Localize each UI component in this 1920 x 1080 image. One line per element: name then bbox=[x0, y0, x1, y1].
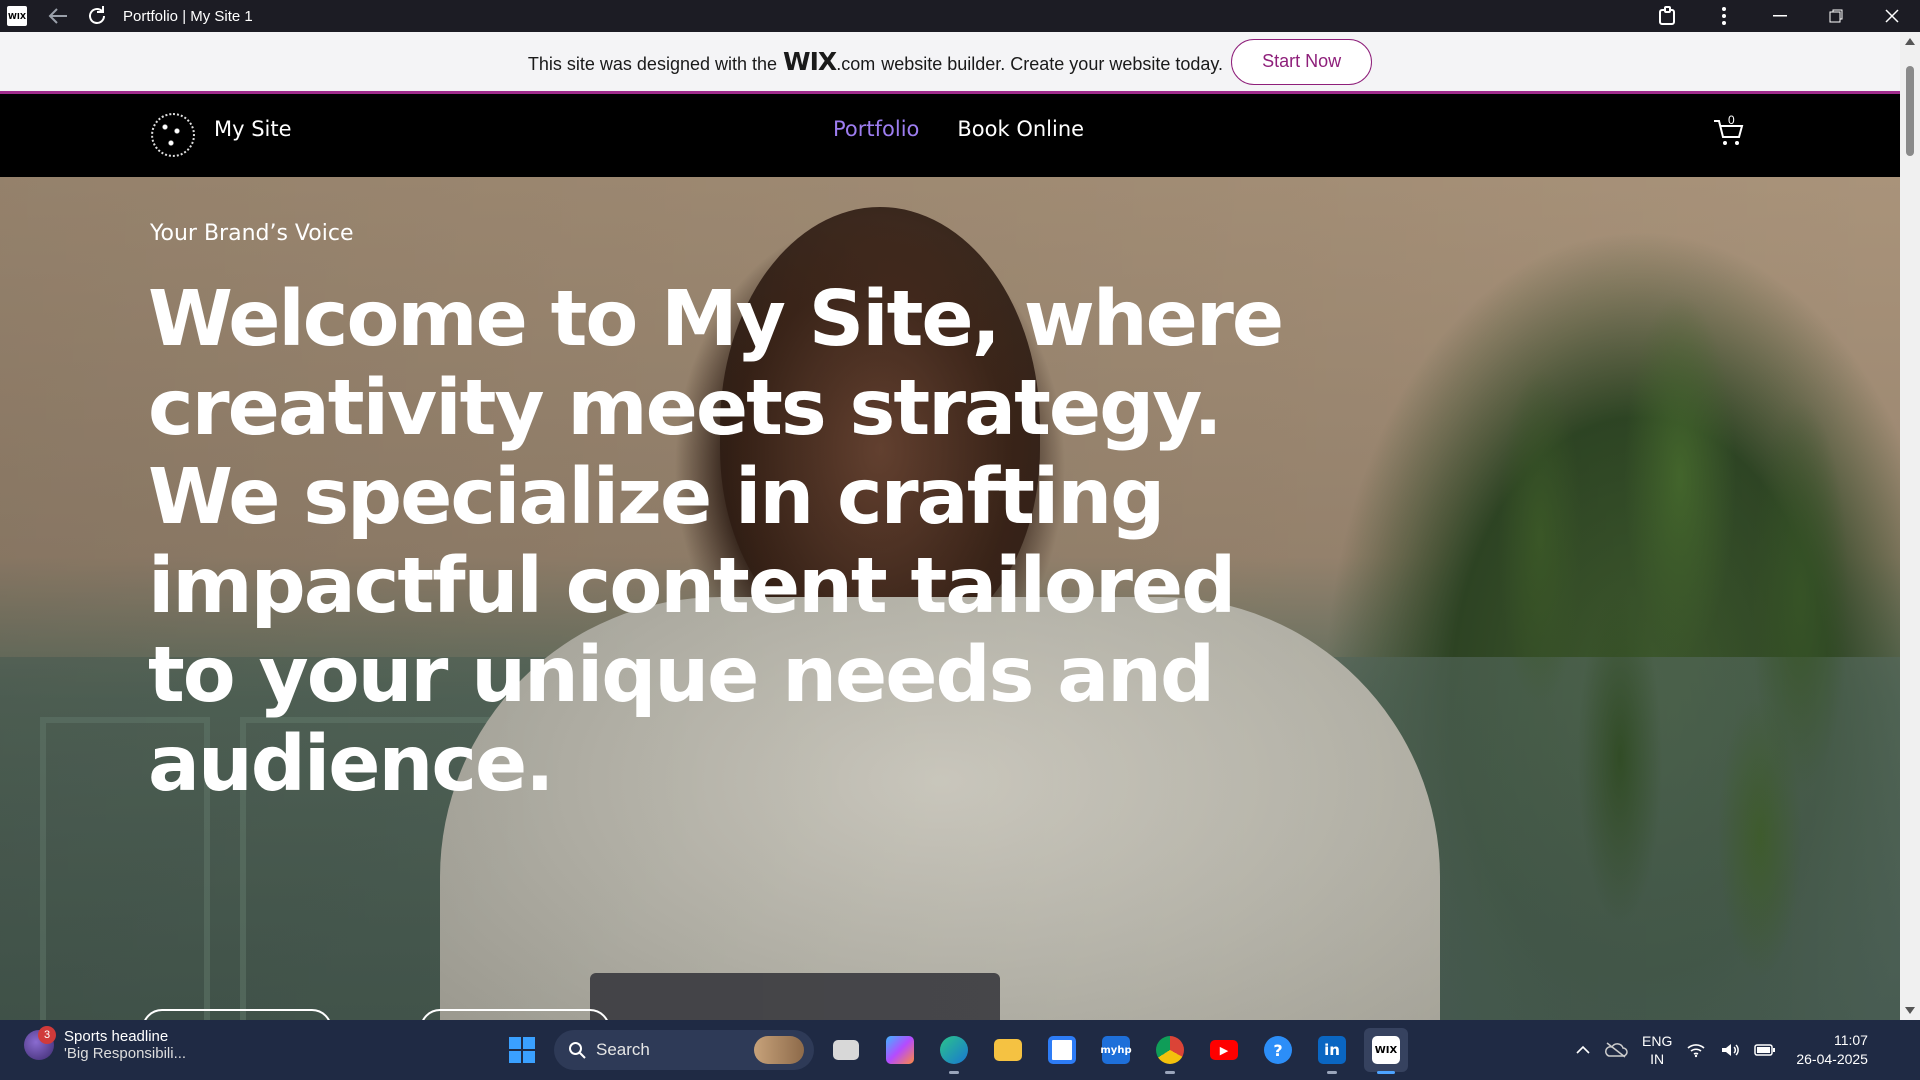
banner-text-after: website builder. Create your website tod… bbox=[881, 54, 1224, 74]
cart-button[interactable]: 0 bbox=[1712, 113, 1746, 149]
more-options-icon[interactable] bbox=[1696, 0, 1752, 32]
myhp-icon[interactable]: myhp bbox=[1094, 1028, 1138, 1072]
wifi-icon[interactable] bbox=[1686, 1042, 1706, 1058]
hero-headline: Welcome to My Site, where creativity mee… bbox=[148, 275, 1284, 809]
youtube-icon[interactable]: ▶ bbox=[1202, 1028, 1246, 1072]
search-highlight-image bbox=[754, 1036, 804, 1064]
reload-icon[interactable] bbox=[85, 4, 109, 28]
window-title: Portfolio | My Site 1 bbox=[123, 7, 253, 25]
onedrive-offline-icon[interactable] bbox=[1604, 1041, 1628, 1059]
cart-count: 0 bbox=[1728, 113, 1735, 127]
back-arrow-icon[interactable] bbox=[47, 7, 69, 25]
window-title-bar: WIX Portfolio | My Site 1 bbox=[0, 0, 1920, 32]
system-tray: ENG IN 11:07 26-04-2025 bbox=[1576, 1020, 1868, 1080]
minimize-icon[interactable] bbox=[1752, 0, 1808, 32]
wix-wordmark[interactable]: WIX bbox=[783, 47, 837, 76]
hero-eyebrow: Your Brand’s Voice bbox=[150, 221, 354, 246]
clock-time: 11:07 bbox=[1833, 1032, 1868, 1048]
banner-text-before: This site was designed with the bbox=[527, 54, 778, 74]
start-menu-button[interactable] bbox=[500, 1028, 544, 1072]
scroll-thumb[interactable] bbox=[1906, 66, 1914, 156]
restore-icon[interactable] bbox=[1808, 0, 1864, 32]
wix-app-icon[interactable]: WIX bbox=[1364, 1028, 1408, 1074]
volume-icon[interactable] bbox=[1720, 1042, 1740, 1058]
page-scrollbar[interactable] bbox=[1900, 32, 1920, 1020]
news-title: Sports headline bbox=[64, 1028, 169, 1045]
hero-section: Your Brand’s Voice Welcome to My Site, w… bbox=[0, 177, 1900, 1020]
start-now-button[interactable]: Start Now bbox=[1231, 38, 1373, 85]
task-view-icon[interactable] bbox=[824, 1028, 868, 1072]
hero-secondary-button[interactable] bbox=[420, 1009, 610, 1020]
linkedin-icon[interactable]: in bbox=[1310, 1028, 1354, 1074]
search-placeholder: Search bbox=[596, 1040, 650, 1059]
hero-primary-button[interactable] bbox=[142, 1009, 332, 1020]
clock[interactable]: 11:07 26-04-2025 bbox=[1796, 1031, 1868, 1069]
chevron-up-icon[interactable] bbox=[1576, 1045, 1590, 1055]
scroll-up-icon[interactable] bbox=[1905, 38, 1915, 45]
file-explorer-icon[interactable] bbox=[986, 1028, 1030, 1072]
scroll-down-icon[interactable] bbox=[1905, 1007, 1915, 1014]
site-header: My Site Portfolio Book Online 0 bbox=[0, 97, 1900, 177]
nav-item-portfolio[interactable]: Portfolio bbox=[833, 117, 919, 141]
chrome-icon[interactable] bbox=[1148, 1028, 1192, 1074]
battery-icon[interactable] bbox=[1754, 1043, 1776, 1057]
microsoft-store-icon[interactable] bbox=[1040, 1028, 1084, 1072]
wix-logo-icon: WIX bbox=[7, 6, 27, 26]
windows-taskbar: 3 Sports headline 'Big Responsibili... S… bbox=[0, 1020, 1920, 1080]
search-icon bbox=[569, 1042, 586, 1059]
news-subtitle: 'Big Responsibili... bbox=[64, 1045, 187, 1062]
clock-date: 26-04-2025 bbox=[1796, 1051, 1868, 1067]
edge-icon[interactable] bbox=[932, 1028, 976, 1074]
taskbar-search[interactable]: Search bbox=[554, 1030, 814, 1070]
close-icon[interactable] bbox=[1864, 0, 1920, 32]
windows-logo-icon bbox=[509, 1037, 535, 1063]
copilot-icon[interactable] bbox=[878, 1028, 922, 1072]
help-icon[interactable]: ? bbox=[1256, 1028, 1300, 1072]
news-icon: 3 bbox=[24, 1026, 56, 1060]
news-badge: 3 bbox=[38, 1026, 56, 1044]
site-name[interactable]: My Site bbox=[214, 117, 292, 141]
nav-item-book-online[interactable]: Book Online bbox=[957, 117, 1084, 141]
language-indicator[interactable]: ENG IN bbox=[1642, 1032, 1672, 1068]
news-widget[interactable]: 3 Sports headline 'Big Responsibili... bbox=[24, 1026, 187, 1062]
site-nav: Portfolio Book Online bbox=[833, 117, 1084, 141]
extensions-icon[interactable] bbox=[1640, 0, 1696, 32]
wix-dotcom: .com bbox=[836, 54, 876, 74]
site-logo-icon[interactable] bbox=[151, 113, 195, 157]
wix-promo-banner: This site was designed with the WIX .com… bbox=[0, 32, 1900, 94]
